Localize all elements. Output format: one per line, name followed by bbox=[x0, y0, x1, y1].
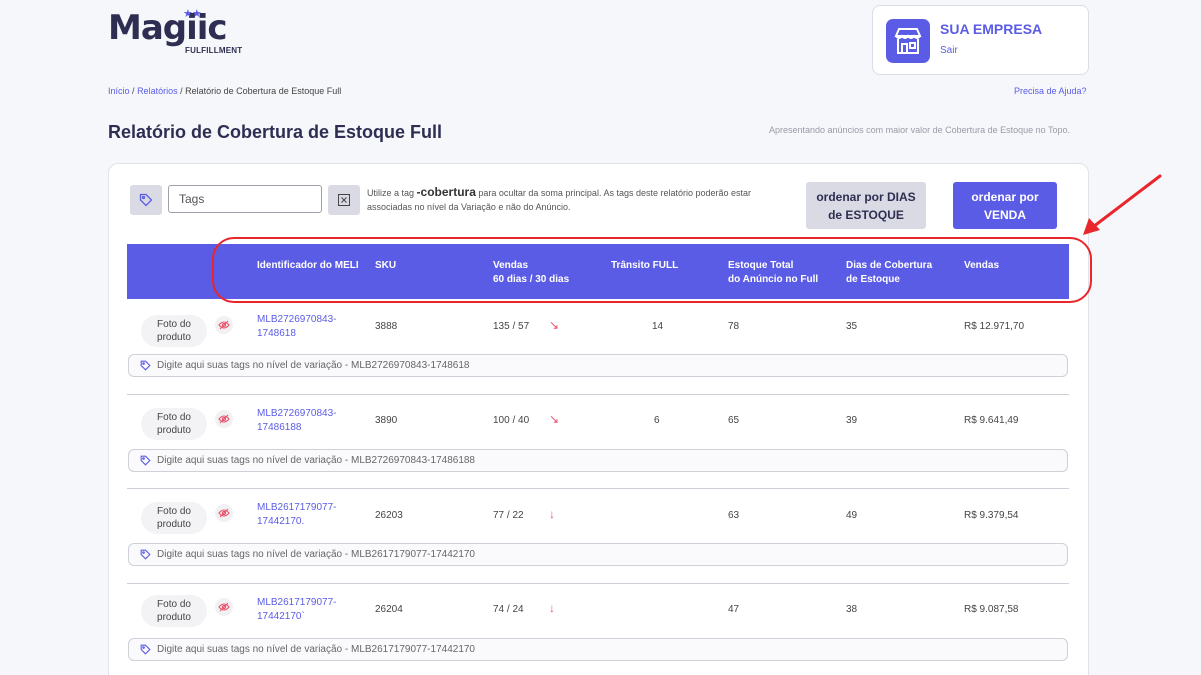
variation-tags-placeholder: Digite aqui suas tags no nível de variaç… bbox=[157, 549, 475, 560]
revenue-value: R$ 9.087,58 bbox=[964, 604, 1019, 615]
breadcrumb-reports[interactable]: Relatórios bbox=[137, 86, 178, 96]
hint-tag: -cobertura bbox=[416, 185, 476, 199]
row-divider bbox=[127, 583, 1069, 584]
variation-tags-input[interactable]: Digite aqui suas tags no nível de variaç… bbox=[128, 638, 1068, 661]
table-row: Foto do produto MLB2726970843- 1748618 388… bbox=[127, 300, 1069, 395]
trend-down-icon: ↘ bbox=[549, 318, 560, 332]
help-link[interactable]: Precisa de Ajuda? bbox=[1014, 86, 1087, 96]
breadcrumb-separator: / bbox=[180, 86, 183, 96]
trend-down-icon: ↘ bbox=[549, 412, 560, 426]
tag-icon bbox=[140, 455, 151, 466]
variation-tags-placeholder: Digite aqui suas tags no nível de variaç… bbox=[157, 455, 475, 466]
revenue-value: R$ 9.641,49 bbox=[964, 415, 1019, 426]
meli-id-link[interactable]: MLB2617179077- 17442170. bbox=[257, 501, 337, 529]
sort-by-days-button[interactable]: ordenar por DIAS de ESTOQUE bbox=[806, 182, 926, 229]
tags-hint: Utilize a tag -cobertura para ocultar da… bbox=[367, 185, 752, 212]
eye-icon[interactable] bbox=[215, 316, 233, 334]
row-divider bbox=[127, 394, 1069, 395]
close-icon bbox=[338, 194, 350, 206]
product-photo[interactable]: Foto do produto bbox=[141, 502, 207, 534]
row-divider bbox=[127, 488, 1069, 489]
sales-value: 135 / 57 bbox=[493, 321, 530, 332]
meli-id-link[interactable]: MLB2617179077- 17442170` bbox=[257, 596, 337, 624]
company-name: SUA EMPRESA bbox=[940, 21, 1043, 37]
breadcrumb-home[interactable]: Início bbox=[108, 86, 130, 96]
tag-filter-button[interactable] bbox=[130, 185, 162, 215]
sku-value: 26203 bbox=[375, 510, 403, 521]
eye-icon[interactable] bbox=[215, 410, 233, 428]
variation-tags-placeholder: Digite aqui suas tags no nível de variaç… bbox=[157, 644, 475, 655]
coverage-value: 38 bbox=[846, 604, 858, 615]
eye-icon[interactable] bbox=[215, 504, 233, 522]
trend-down-icon: ↓ bbox=[549, 507, 555, 521]
col-meli[interactable]: Identificador do MELI bbox=[257, 259, 359, 273]
table-header: Identificador do MELI SKU Vendas 60 dias … bbox=[127, 244, 1069, 299]
sku-value: 26204 bbox=[375, 604, 403, 615]
col-sku[interactable]: SKU bbox=[375, 259, 396, 273]
sku-value: 3888 bbox=[375, 321, 398, 332]
variation-tags-input[interactable]: Digite aqui suas tags no nível de variaç… bbox=[128, 543, 1068, 566]
coverage-value: 39 bbox=[846, 415, 858, 426]
col-coverage[interactable]: Dias de Cobertura de Estoque bbox=[846, 259, 932, 287]
col-transit[interactable]: Trânsito FULL bbox=[611, 259, 678, 273]
col-revenue[interactable]: Vendas bbox=[964, 259, 999, 273]
sku-value: 3890 bbox=[375, 415, 398, 426]
sort-by-sales-button[interactable]: ordenar por VENDA bbox=[953, 182, 1057, 229]
clear-tags-button[interactable] bbox=[328, 185, 360, 215]
stock-value: 63 bbox=[728, 510, 740, 521]
transit-value: 6 bbox=[654, 415, 660, 426]
stock-value: 65 bbox=[728, 415, 740, 426]
stock-value: 78 bbox=[728, 321, 740, 332]
eye-icon[interactable] bbox=[215, 598, 233, 616]
tag-icon bbox=[140, 549, 151, 560]
table-row: Foto do produto MLB2726970843- 17486188 38… bbox=[127, 394, 1069, 489]
breadcrumb: Início / Relatórios / Relatório de Cober… bbox=[108, 86, 341, 96]
tag-icon bbox=[140, 360, 151, 371]
meli-id-link[interactable]: MLB2726970843- 1748618 bbox=[257, 313, 337, 341]
sales-value: 74 / 24 bbox=[493, 604, 524, 615]
tag-icon bbox=[139, 193, 153, 207]
product-photo[interactable]: Foto do produto bbox=[141, 408, 207, 440]
breadcrumb-separator: / bbox=[132, 86, 135, 96]
product-photo[interactable]: Foto do produto bbox=[141, 315, 207, 347]
trend-down-icon: ↓ bbox=[549, 601, 555, 615]
table-row: Foto do produto MLB2617179077- 17442170. 2… bbox=[127, 488, 1069, 583]
sales-value: 100 / 40 bbox=[493, 415, 530, 426]
meli-id-link[interactable]: MLB2726970843- 17486188 bbox=[257, 407, 337, 435]
coverage-value: 49 bbox=[846, 510, 858, 521]
brand-name: Magiic bbox=[108, 8, 228, 48]
brand-sub: FULFILLMENT bbox=[185, 46, 243, 55]
revenue-value: R$ 12.971,70 bbox=[964, 321, 1025, 332]
variation-tags-placeholder: Digite aqui suas tags no nível de variaç… bbox=[157, 360, 470, 371]
variation-tags-input[interactable]: Digite aqui suas tags no nível de variaç… bbox=[128, 354, 1068, 377]
company-card: SUA EMPRESA Sair bbox=[872, 5, 1089, 75]
tags-input[interactable] bbox=[168, 185, 322, 213]
tag-icon bbox=[140, 644, 151, 655]
col-stock[interactable]: Estoque Total do Anúncio no Full bbox=[728, 259, 818, 287]
sales-value: 77 / 22 bbox=[493, 510, 524, 521]
table-row: Foto do produto MLB2617179077- 17442170` 2… bbox=[127, 583, 1069, 675]
annotation-arrow-icon bbox=[1083, 174, 1162, 235]
transit-value: 14 bbox=[652, 321, 664, 332]
revenue-value: R$ 9.379,54 bbox=[964, 510, 1019, 521]
variation-tags-input[interactable]: Digite aqui suas tags no nível de variaç… bbox=[128, 449, 1068, 472]
col-sales[interactable]: Vendas 60 dias / 30 dias bbox=[493, 259, 569, 287]
product-photo[interactable]: Foto do produto bbox=[141, 595, 207, 627]
star-icon: ★★ bbox=[183, 8, 202, 20]
store-icon bbox=[886, 19, 930, 63]
breadcrumb-current: Relatório de Cobertura de Estoque Full bbox=[185, 86, 342, 96]
page-title: Relatório de Cobertura de Estoque Full bbox=[108, 122, 443, 142]
page-subtitle: Apresentando anúncios com maior valor de… bbox=[769, 125, 1071, 135]
brand-logo[interactable]: Magiic ★★ FULFILLMENT bbox=[108, 8, 248, 55]
logout-link[interactable]: Sair bbox=[940, 45, 958, 56]
coverage-value: 35 bbox=[846, 321, 858, 332]
stock-value: 47 bbox=[728, 604, 740, 615]
